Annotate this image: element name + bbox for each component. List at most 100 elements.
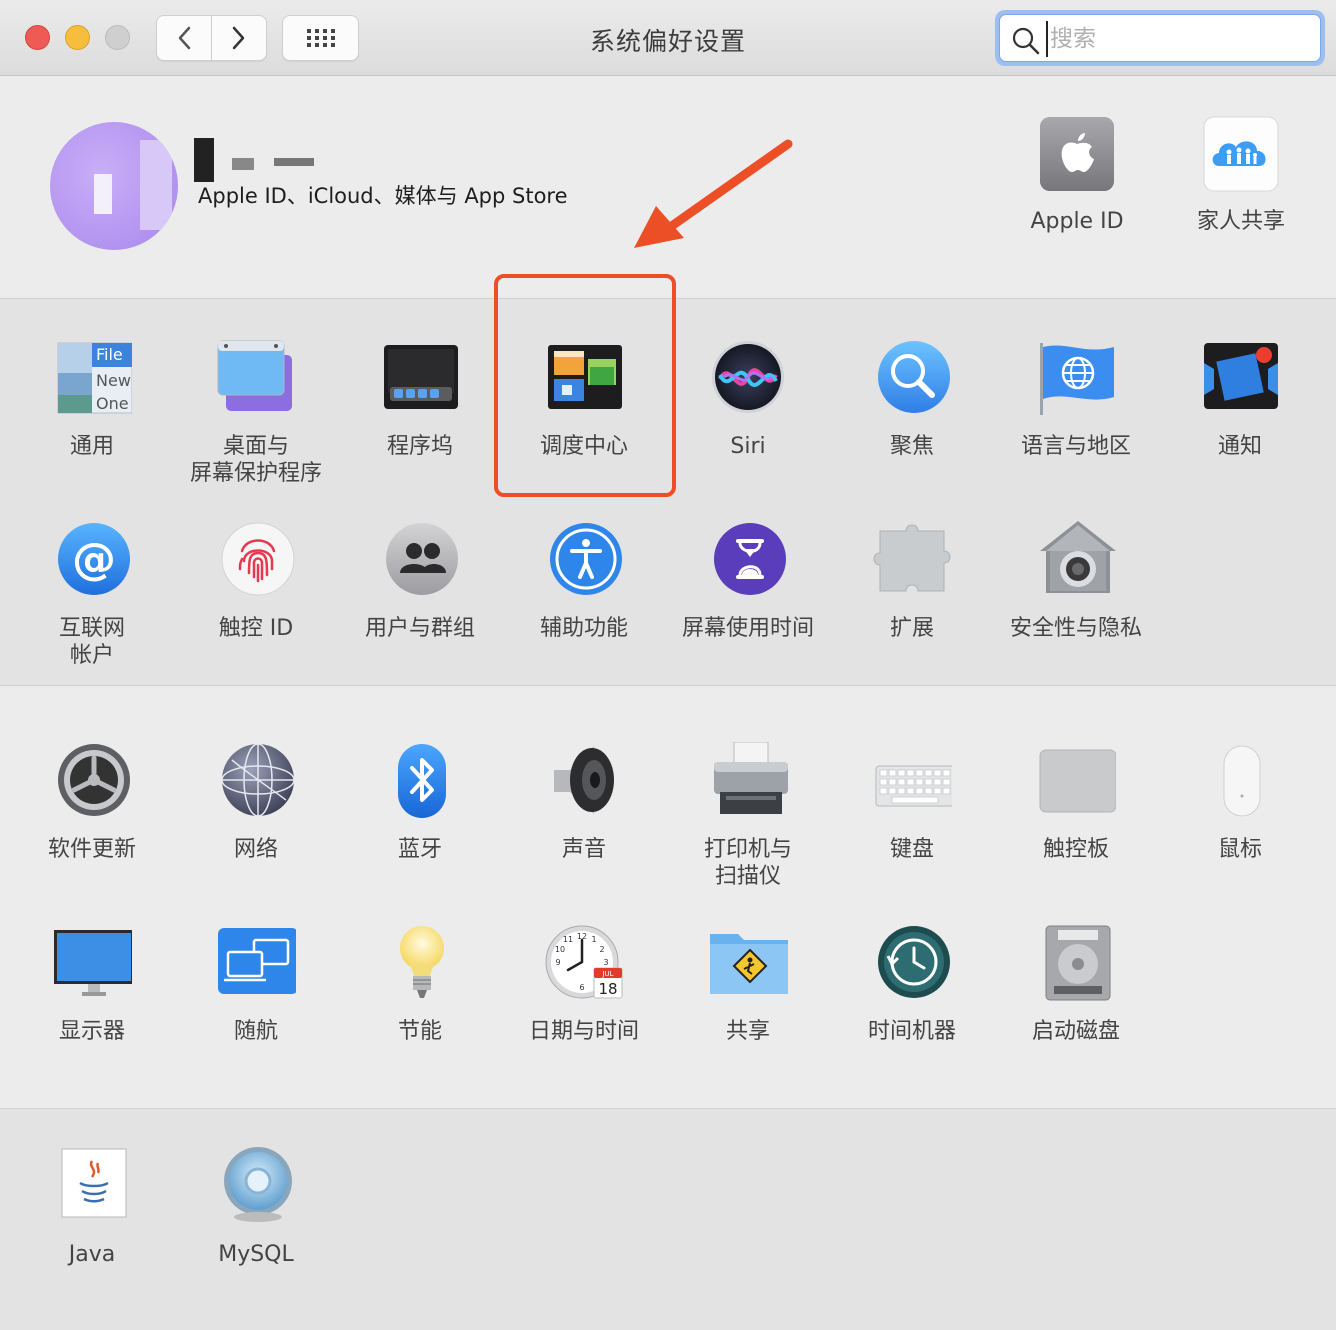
general-icon: File New One bbox=[52, 339, 133, 419]
security-privacy-icon bbox=[1036, 521, 1116, 601]
notifications-icon bbox=[1200, 339, 1280, 419]
calendar-day-text: 18 bbox=[598, 980, 617, 998]
sharing-icon bbox=[708, 924, 790, 1004]
svg-text:2: 2 bbox=[599, 945, 604, 954]
pane-label: 启动磁盘 bbox=[1031, 1019, 1120, 1044]
pane-spotlight[interactable]: 聚焦 bbox=[830, 339, 994, 460]
language-region-icon bbox=[1036, 339, 1116, 419]
sidecar-icon bbox=[216, 924, 298, 1004]
siri-icon bbox=[708, 339, 788, 419]
bluetooth-icon bbox=[380, 742, 460, 822]
pane-security-privacy[interactable]: 安全性与隐私 bbox=[994, 521, 1158, 642]
pane-general[interactable]: File New One 通用 bbox=[10, 339, 174, 460]
dock-icon bbox=[380, 339, 460, 419]
pane-label: 触控板 bbox=[1042, 837, 1109, 862]
pane-label: 扩展 bbox=[889, 616, 934, 641]
other-section: Java MySQL bbox=[0, 1109, 1336, 1330]
pane-label: 键盘 bbox=[889, 837, 934, 862]
pane-label: 通用 bbox=[69, 434, 114, 459]
pane-energy-saver[interactable]: 节能 bbox=[338, 924, 502, 1045]
svg-text:6: 6 bbox=[579, 983, 584, 992]
pane-date-time[interactable]: 12 3 6 9 1 2 11 10 JUL 18 日期与时间 bbox=[502, 924, 666, 1045]
pane-sidecar[interactable]: 随航 bbox=[174, 924, 338, 1045]
pane-internet-accounts[interactable]: @ 互联网 帐户 bbox=[10, 521, 174, 669]
pane-label: 随航 bbox=[233, 1019, 278, 1044]
internet-accounts-icon: @ bbox=[52, 521, 132, 601]
users-groups-icon bbox=[380, 521, 460, 601]
pane-label: 触控 ID bbox=[218, 616, 294, 641]
pane-mouse[interactable]: 鼠标 bbox=[1158, 742, 1322, 863]
pane-startup-disk[interactable]: 启动磁盘 bbox=[994, 924, 1158, 1045]
pane-label: Java bbox=[68, 1242, 116, 1267]
pane-label: 蓝牙 bbox=[397, 837, 442, 862]
network-icon bbox=[216, 742, 296, 822]
pane-label: MySQL bbox=[218, 1242, 294, 1267]
trackpad-icon bbox=[1036, 742, 1117, 822]
software-update-icon bbox=[52, 742, 132, 822]
pane-language-region[interactable]: 语言与地区 bbox=[994, 339, 1158, 460]
general-one-text: One bbox=[96, 394, 129, 413]
pane-label: 日期与时间 bbox=[528, 1019, 639, 1044]
pane-network[interactable]: 网络 bbox=[174, 742, 338, 863]
pane-users-groups[interactable]: 用户与群组 bbox=[338, 521, 502, 642]
search-input[interactable] bbox=[1046, 21, 1312, 57]
pane-sound[interactable]: 声音 bbox=[502, 742, 666, 863]
pane-apple-id[interactable]: Apple ID bbox=[995, 114, 1159, 235]
pane-label: 安全性与隐私 bbox=[1009, 616, 1142, 641]
pane-label: 节能 bbox=[397, 1019, 442, 1044]
pane-printers-scanners[interactable]: 打印机与 扫描仪 bbox=[666, 741, 830, 890]
pane-label: 共享 bbox=[725, 1019, 770, 1044]
pane-extensions[interactable]: 扩展 bbox=[830, 521, 994, 642]
pane-label: 辅助功能 bbox=[539, 616, 628, 641]
pane-sharing[interactable]: 共享 bbox=[666, 924, 830, 1045]
pane-mysql[interactable]: MySQL bbox=[174, 1147, 338, 1268]
pane-label: Apple ID bbox=[1030, 209, 1124, 234]
extensions-icon bbox=[872, 521, 952, 601]
annotation-arrow-icon bbox=[634, 139, 793, 248]
pane-java[interactable]: Java bbox=[10, 1147, 174, 1268]
highlight-box bbox=[494, 274, 676, 497]
pane-keyboard[interactable]: 键盘 bbox=[830, 742, 994, 863]
pane-label: Siri bbox=[730, 434, 766, 459]
pane-displays[interactable]: 显示器 bbox=[10, 924, 174, 1045]
startup-disk-icon bbox=[1036, 924, 1116, 1004]
touch-id-icon bbox=[216, 521, 296, 601]
pane-touch-id[interactable]: 触控 ID bbox=[174, 521, 338, 642]
svg-text:1: 1 bbox=[591, 935, 596, 944]
family-sharing-icon bbox=[1201, 114, 1281, 194]
svg-text:9: 9 bbox=[555, 958, 560, 967]
pane-label: 屏幕使用时间 bbox=[681, 616, 814, 641]
pane-trackpad[interactable]: 触控板 bbox=[994, 742, 1158, 863]
date-time-icon: 12 3 6 9 1 2 11 10 JUL 18 bbox=[544, 924, 624, 1004]
pane-label: 显示器 bbox=[58, 1019, 125, 1044]
svg-text:10: 10 bbox=[555, 945, 565, 954]
pane-accessibility[interactable]: 辅助功能 bbox=[502, 521, 666, 642]
pane-family-sharing[interactable]: 家人共享 bbox=[1159, 114, 1323, 235]
mouse-icon bbox=[1200, 742, 1280, 822]
pane-siri[interactable]: Siri bbox=[666, 339, 830, 460]
svg-text:11: 11 bbox=[563, 935, 573, 944]
pane-label: 聚焦 bbox=[889, 434, 934, 459]
pane-bluetooth[interactable]: 蓝牙 bbox=[338, 742, 502, 863]
keyboard-icon bbox=[872, 742, 955, 822]
account-subtitle: Apple ID、iCloud、媒体与 App Store bbox=[198, 184, 568, 208]
avatar[interactable] bbox=[50, 122, 178, 250]
pane-label: 桌面与 屏幕保护程序 bbox=[189, 434, 322, 486]
pane-dock[interactable]: 程序坞 bbox=[338, 339, 502, 460]
accessibility-icon bbox=[544, 521, 624, 601]
pane-label: 程序坞 bbox=[386, 434, 453, 459]
pane-label: 打印机与 扫描仪 bbox=[703, 837, 792, 889]
java-icon bbox=[52, 1147, 132, 1227]
redacted-name bbox=[232, 158, 254, 170]
pane-desktop-screensaver[interactable]: 桌面与 屏幕保护程序 bbox=[174, 339, 338, 487]
pane-label: 用户与群组 bbox=[364, 616, 475, 641]
pane-software-update[interactable]: 软件更新 bbox=[10, 742, 174, 863]
spotlight-icon bbox=[872, 339, 952, 419]
pane-label: 通知 bbox=[1217, 434, 1262, 459]
pane-label: 家人共享 bbox=[1196, 209, 1285, 234]
pane-notifications[interactable]: 通知 bbox=[1158, 339, 1322, 460]
pane-time-machine[interactable]: 时间机器 bbox=[830, 924, 994, 1045]
search-field[interactable] bbox=[995, 10, 1325, 66]
pane-screen-time[interactable]: 屏幕使用时间 bbox=[666, 521, 830, 642]
general-file-text: File bbox=[96, 345, 123, 364]
